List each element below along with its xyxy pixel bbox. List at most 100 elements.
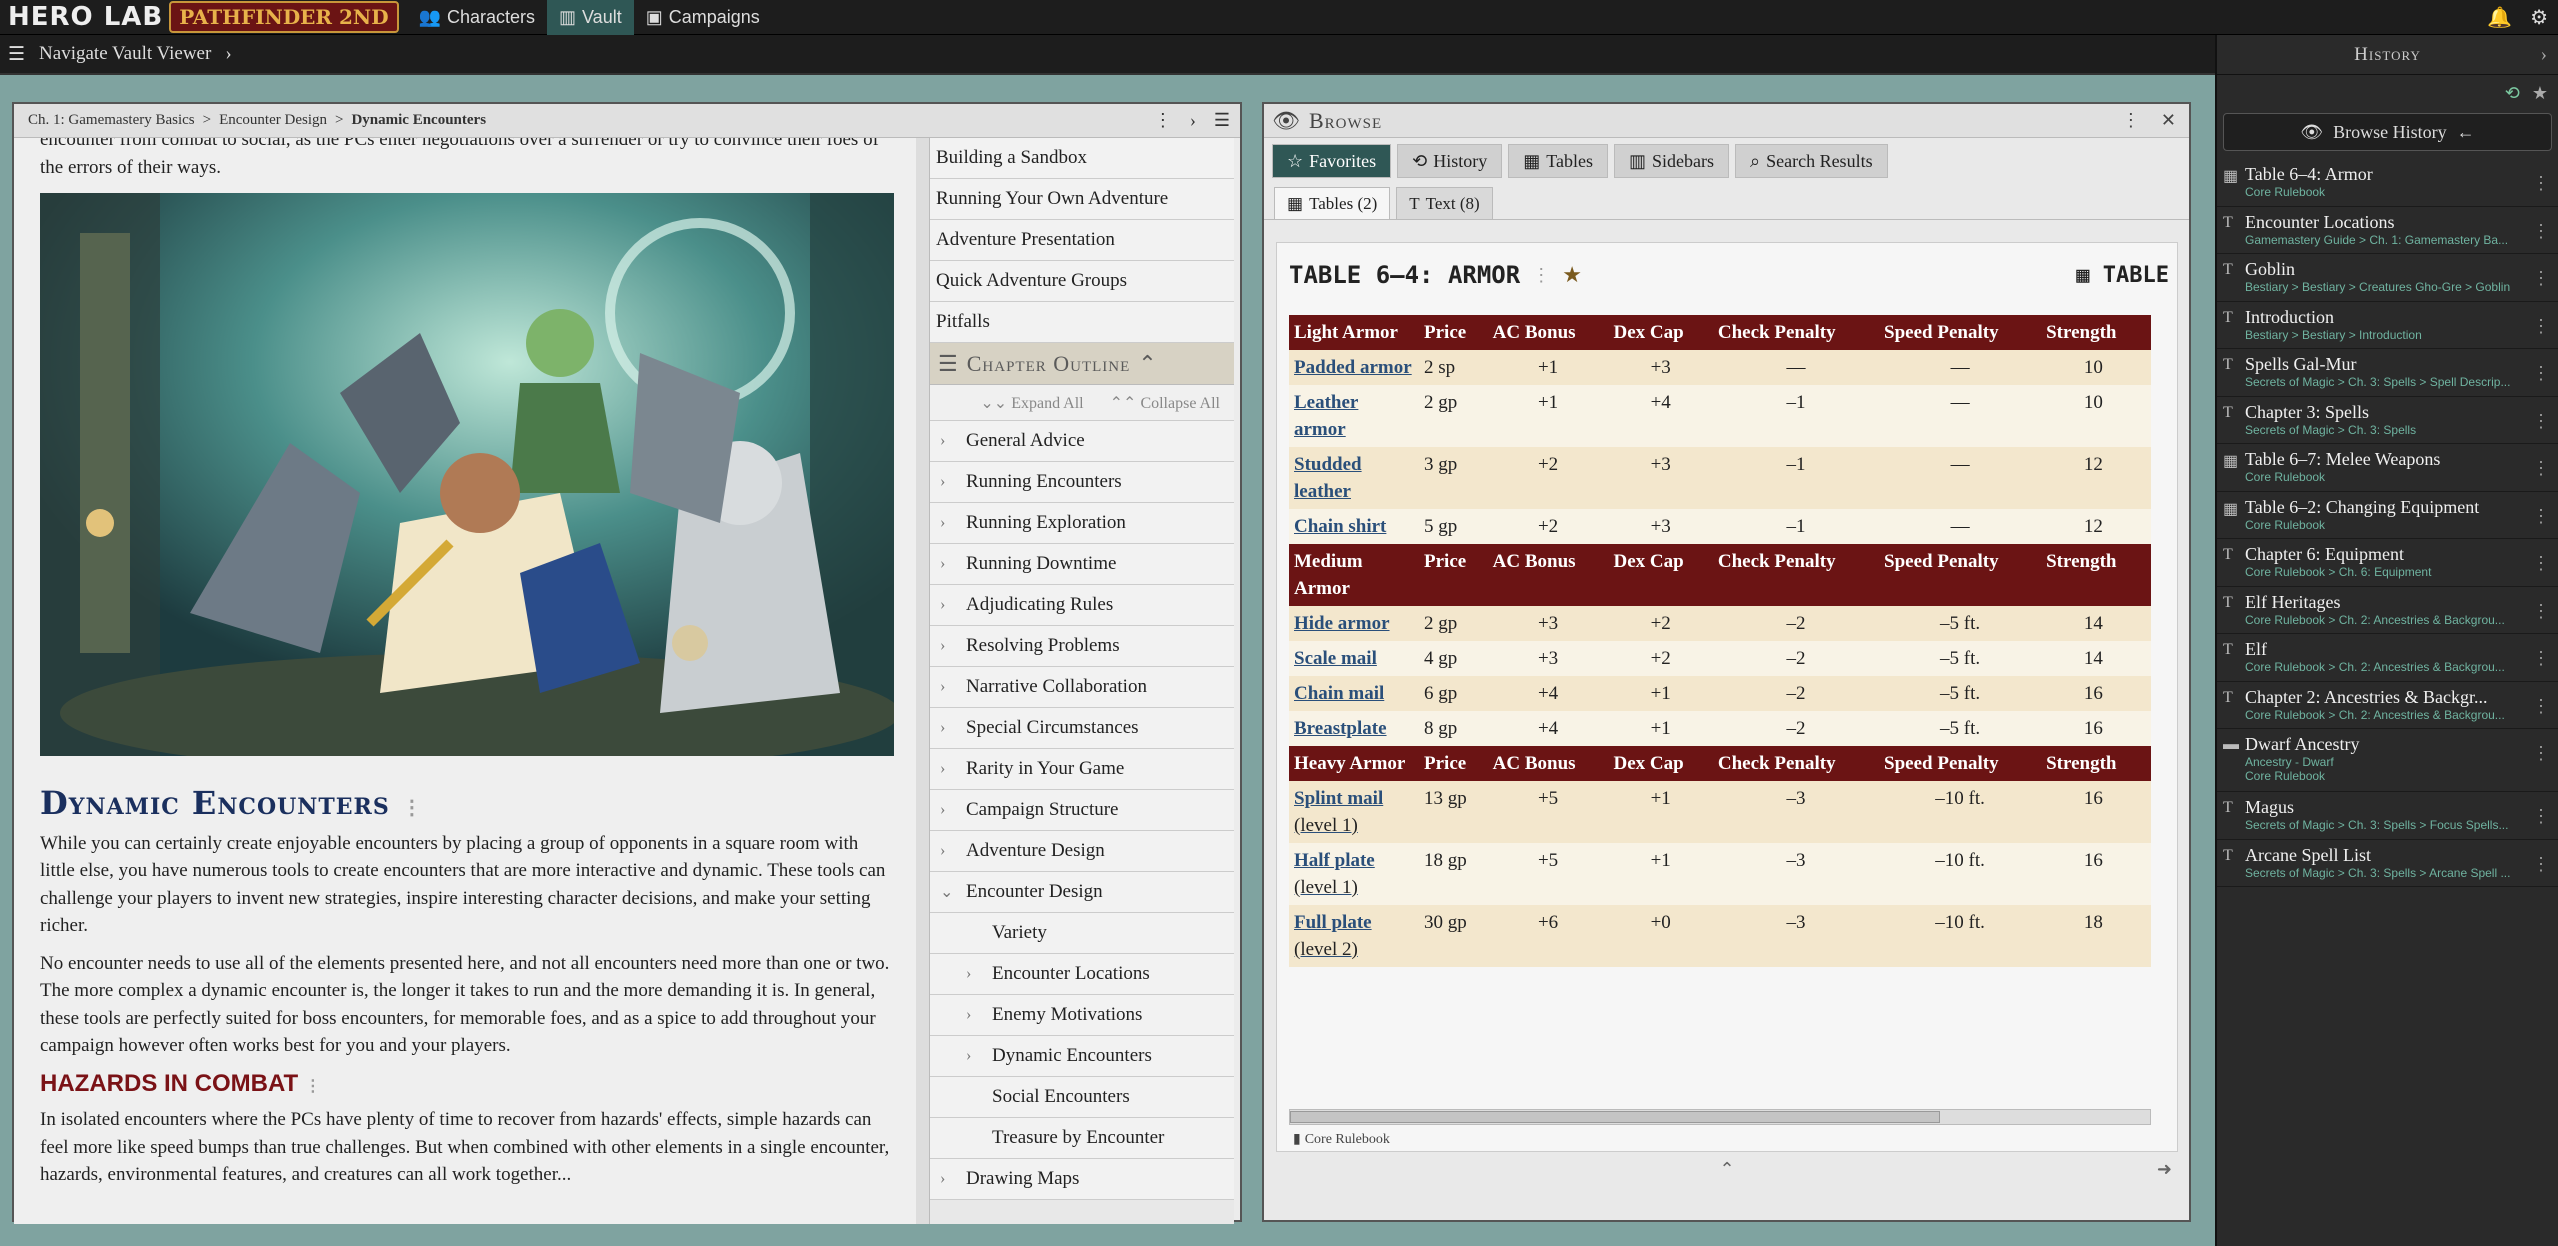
outline-item[interactable]: › Special Circumstances xyxy=(930,708,1234,749)
history-item[interactable]: T Goblin Bestiary > Bestiary > Creatures G… xyxy=(2217,254,2558,302)
more-menu-icon[interactable]: ⋮ xyxy=(1154,110,1172,131)
armor-name-link[interactable]: Breastplate xyxy=(1294,718,1387,739)
chevron-right-icon[interactable]: › xyxy=(940,719,966,737)
history-item[interactable]: T Encounter Locations Gamemastery Guide > … xyxy=(2217,207,2558,254)
toc-link[interactable]: Adventure Presentation xyxy=(930,220,1234,261)
armor-name-link[interactable]: Hide armor xyxy=(1294,613,1390,634)
notifications-bell-icon[interactable]: 🔔 xyxy=(2487,5,2512,30)
outline-item[interactable]: › Campaign Structure xyxy=(930,790,1234,831)
chevron-up-icon[interactable]: ⌃ xyxy=(1138,351,1157,377)
history-item[interactable]: T Elf Core Rulebook > Ch. 2: Ancestries & … xyxy=(2217,634,2558,682)
armor-name-link[interactable]: Chain shirt xyxy=(1294,516,1386,537)
chevron-right-icon[interactable]: › xyxy=(940,637,966,655)
chevron-right-icon[interactable]: › xyxy=(940,555,966,573)
tab-history[interactable]: ⟲ History xyxy=(1397,144,1503,178)
favorite-star-icon[interactable]: ★ xyxy=(1562,262,1582,288)
outline-item[interactable]: › Running Downtime xyxy=(930,544,1234,585)
history-item[interactable]: T Arcane Spell List Secrets of Magic > Ch.… xyxy=(2217,840,2558,887)
history-item[interactable]: ▦ Table 6–4: Armor Core Rulebook ⋮ xyxy=(2217,159,2558,207)
tab-sidebars[interactable]: ▥ Sidebars xyxy=(1613,144,1729,178)
chevron-right-icon[interactable]: › xyxy=(940,801,966,819)
history-item[interactable]: T Spells Gal-Mur Secrets of Magic > Ch. 3:… xyxy=(2217,349,2558,397)
armor-name-cell[interactable]: Scale mail xyxy=(1289,641,1419,676)
armor-name-cell[interactable]: Breastplate xyxy=(1289,711,1419,746)
navigate-vault-viewer[interactable]: Navigate Vault Viewer xyxy=(39,43,211,65)
arrow-right-icon[interactable]: ➜ xyxy=(2157,1159,2172,1180)
more-menu-icon[interactable]: ⋮ xyxy=(2532,268,2550,289)
armor-name-link[interactable]: Studded leather xyxy=(1294,454,1362,502)
outline-item[interactable]: › Adventure Design xyxy=(930,831,1234,872)
collapse-all-button[interactable]: ⌃⌃ Collapse All xyxy=(1110,393,1220,413)
history-item[interactable]: ▬ Dwarf Ancestry Ancestry - Dwarf Core Rul… xyxy=(2217,729,2558,792)
chevron-up-icon[interactable]: ⌃ xyxy=(1719,1159,1734,1180)
chevron-right-icon[interactable]: › xyxy=(966,1006,992,1024)
armor-name-cell[interactable]: Chain shirt xyxy=(1289,509,1419,544)
armor-name-cell[interactable]: Hide armor xyxy=(1289,606,1419,641)
chevron-right-icon[interactable]: › xyxy=(940,596,966,614)
outline-item[interactable]: Social Encounters xyxy=(930,1077,1234,1118)
more-menu-icon[interactable]: ⋮ xyxy=(2532,411,2550,432)
more-menu-icon[interactable]: ⋮ xyxy=(2532,806,2550,827)
table-title[interactable]: Table 6–4: Armor xyxy=(1289,261,1520,289)
outline-item[interactable]: › Narrative Collaboration xyxy=(930,667,1234,708)
more-menu-icon[interactable]: ⋮ xyxy=(2532,648,2550,669)
armor-name-cell[interactable]: Padded armor xyxy=(1289,350,1419,385)
armor-name-link[interactable]: Half plate xyxy=(1294,850,1375,871)
chevron-right-icon[interactable]: › xyxy=(940,760,966,778)
breadcrumb-item[interactable]: Ch. 1: Gamemastery Basics xyxy=(28,112,195,129)
more-menu-icon[interactable]: ⋮ xyxy=(2532,696,2550,717)
chapter-outline-header[interactable]: ☰ Chapter Outline ⌃ xyxy=(930,343,1234,385)
outline-item[interactable]: › Running Encounters xyxy=(930,462,1234,503)
more-menu-icon[interactable]: ⋮ xyxy=(2532,854,2550,875)
scrollbar-thumb[interactable] xyxy=(1290,1111,1940,1123)
outline-item[interactable]: › Running Exploration xyxy=(930,503,1234,544)
outline-item[interactable]: › Rarity in Your Game xyxy=(930,749,1234,790)
more-menu-icon[interactable]: ⋮ xyxy=(2122,110,2141,131)
outline-item[interactable]: Treasure by Encounter xyxy=(930,1118,1234,1159)
menu-list-icon[interactable]: ☰ xyxy=(8,43,25,66)
armor-name-link[interactable]: Padded armor xyxy=(1294,357,1412,378)
browse-history-button[interactable]: 👁 Browse History ← xyxy=(2223,113,2552,151)
chevron-right-icon[interactable]: › xyxy=(940,432,966,450)
chevron-down-icon[interactable]: ⌄ xyxy=(940,882,966,902)
history-item[interactable]: T Chapter 3: Spells Secrets of Magic > Ch.… xyxy=(2217,397,2558,444)
more-menu-icon[interactable]: ⋮ xyxy=(2532,506,2550,527)
outline-item[interactable]: › Encounter Locations xyxy=(930,954,1234,995)
toc-link[interactable]: Pitfalls xyxy=(930,302,1234,343)
tab-search-results[interactable]: ⌕ Search Results xyxy=(1735,144,1888,178)
chevron-right-icon[interactable]: › xyxy=(940,842,966,860)
armor-name-link[interactable]: Splint mail xyxy=(1294,788,1383,809)
outline-list-icon[interactable]: ☰ xyxy=(1214,110,1230,131)
history-item[interactable]: T Chapter 6: Equipment Core Rulebook > Ch.… xyxy=(2217,539,2558,587)
armor-name-link[interactable]: Chain mail xyxy=(1294,683,1384,704)
armor-name-link[interactable]: Full plate xyxy=(1294,912,1372,933)
star-icon[interactable]: ★ xyxy=(2532,83,2548,104)
chevron-right-icon[interactable]: › xyxy=(940,514,966,532)
more-menu-icon[interactable]: ⋮ xyxy=(2532,601,2550,622)
article-scrollbar[interactable] xyxy=(916,138,929,1224)
toc-link[interactable]: Running Your Own Adventure xyxy=(930,179,1234,220)
more-menu-icon[interactable]: ⋮ xyxy=(2532,743,2550,764)
armor-name-cell[interactable]: Leather armor xyxy=(1289,385,1419,447)
breadcrumb-item[interactable]: Encounter Design xyxy=(219,112,327,129)
more-menu-icon[interactable]: ⋮ xyxy=(2532,316,2550,337)
tab-favorites[interactable]: ☆ Favorites xyxy=(1272,144,1392,178)
outline-item[interactable]: › Adjudicating Rules xyxy=(930,585,1234,626)
armor-name-cell[interactable]: Chain mail xyxy=(1289,676,1419,711)
chevron-right-icon[interactable]: › xyxy=(940,1170,966,1188)
nav-vault[interactable]: ▥ Vault xyxy=(547,0,634,35)
chevron-right-icon[interactable]: › xyxy=(966,1047,992,1065)
more-menu-icon[interactable]: ⋮ xyxy=(2532,173,2550,194)
toc-link[interactable]: Quick Adventure Groups xyxy=(930,261,1234,302)
tab-tables[interactable]: ▦ Tables xyxy=(1508,144,1608,178)
outline-item[interactable]: › General Advice xyxy=(930,421,1234,462)
chevron-right-icon[interactable]: › xyxy=(940,473,966,491)
nav-campaigns[interactable]: ▣ Campaigns xyxy=(634,0,772,35)
more-menu-icon[interactable]: ⋮ xyxy=(2532,458,2550,479)
chevron-right-icon[interactable]: › xyxy=(225,43,231,65)
outline-item[interactable]: › Drawing Maps xyxy=(930,1159,1234,1200)
armor-name-cell[interactable]: Half plate (level 1) xyxy=(1289,843,1419,905)
armor-name-cell[interactable]: Full plate (level 2) xyxy=(1289,905,1419,967)
more-menu-icon[interactable]: ⋮ xyxy=(402,795,423,819)
history-item[interactable]: T Chapter 2: Ancestries & Backgr... Core R… xyxy=(2217,682,2558,729)
